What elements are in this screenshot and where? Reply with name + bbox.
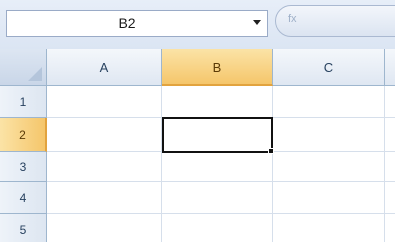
fill-handle[interactable] [268,148,274,154]
row-header-1[interactable]: 1 [0,86,47,118]
cell-c3[interactable] [273,152,385,182]
row-header-2[interactable]: 2 [0,118,47,152]
cell-d5[interactable] [385,214,395,242]
cell-d2[interactable] [385,118,395,152]
cell-b1[interactable] [162,86,273,118]
name-box-dropdown-icon[interactable] [253,20,261,25]
column-header-b[interactable]: B [162,49,273,86]
row-header-3[interactable]: 3 [0,152,47,182]
name-box-value: B2 [118,15,136,31]
cell-b2[interactable] [162,118,273,152]
cell-d3[interactable] [385,152,395,182]
column-header-c[interactable]: C [273,49,385,86]
row-header-5[interactable]: 5 [0,214,47,242]
cell-d1[interactable] [385,86,395,118]
cell-b3[interactable] [162,152,273,182]
column-header-a[interactable]: A [47,49,162,86]
cell-d4[interactable] [385,182,395,214]
cell-b5[interactable] [162,214,273,242]
select-all-icon [28,67,42,81]
cell-a1[interactable] [47,86,162,118]
select-all-button[interactable] [0,49,47,86]
cell-c5[interactable] [273,214,385,242]
cell-b4[interactable] [162,182,273,214]
cell-c2[interactable] [273,118,385,152]
cell-a4[interactable] [47,182,162,214]
spreadsheet-window: B2 fx A B C 1 2 3 4 5 [0,0,395,242]
cell-c1[interactable] [273,86,385,118]
cell-a2[interactable] [47,118,162,152]
row-header-4[interactable]: 4 [0,182,47,214]
name-box[interactable]: B2 [6,10,268,37]
insert-function-icon[interactable]: fx [288,11,302,27]
cell-c4[interactable] [273,182,385,214]
formula-input-area[interactable]: fx [275,5,395,37]
cell-a5[interactable] [47,214,162,242]
cell-a3[interactable] [47,152,162,182]
formula-bar: B2 fx [0,0,395,50]
column-header-d[interactable] [385,49,395,86]
worksheet-grid: A B C 1 2 3 4 5 [0,49,395,242]
